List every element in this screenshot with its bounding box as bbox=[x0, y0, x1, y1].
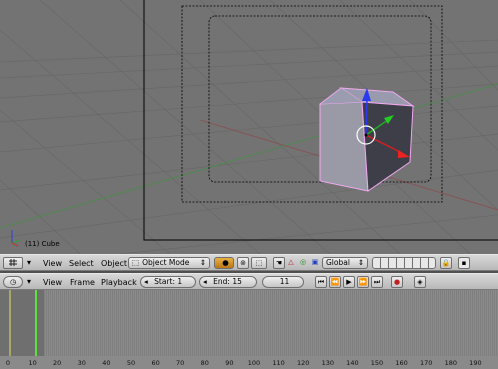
mode-select[interactable]: ⬚ Object Mode ⇕ bbox=[128, 257, 210, 269]
timeline-tick-label: 30 bbox=[77, 359, 86, 367]
dropdown-arrows-icon: ⇕ bbox=[199, 258, 206, 267]
record-icon: ● bbox=[393, 278, 401, 286]
out-of-range-area bbox=[0, 290, 44, 356]
floor-grid bbox=[0, 0, 498, 254]
menu-object[interactable]: Object bbox=[101, 258, 127, 269]
timeline-tick-label: 50 bbox=[126, 359, 136, 367]
collapse-menus-icon[interactable]: ▾ bbox=[27, 257, 31, 268]
timeline-tick-label: 100 bbox=[247, 359, 261, 367]
rotate-manipulator[interactable]: ◎ bbox=[297, 257, 309, 269]
rotate-icon: ◎ bbox=[299, 258, 307, 266]
menu-playback[interactable]: Playback bbox=[101, 277, 137, 288]
object-mode-icon: ⬚ bbox=[132, 258, 140, 267]
scale-manipulator[interactable]: ▣ bbox=[309, 257, 321, 269]
play-button[interactable]: ▶ bbox=[343, 276, 355, 288]
3d-view-header: ▾ View Select Object ⬚ Object Mode ⇕ ● ⊚ … bbox=[0, 254, 498, 271]
menu-select[interactable]: Select bbox=[69, 258, 94, 269]
lock-layers-button[interactable]: 🔒 bbox=[440, 257, 452, 269]
end-frame-field[interactable]: ◂ End: 15 bbox=[199, 276, 257, 288]
keying-set-button[interactable]: ◈ bbox=[414, 276, 426, 288]
dropdown-arrows-icon: ⇕ bbox=[357, 258, 364, 267]
timeline-area[interactable]: 0 10 20 30 40 50 60 70 80 90 100 110 120 130 140 150 160… bbox=[0, 290, 498, 369]
rewind-icon: ⏪ bbox=[330, 278, 340, 286]
y-axis-line bbox=[0, 83, 498, 229]
timeline-tick-label: 130 bbox=[321, 359, 335, 367]
viewport-canvas[interactable] bbox=[0, 0, 498, 254]
timeline-tick-label: 180 bbox=[444, 359, 458, 367]
shading-sphere-icon: ● bbox=[222, 258, 229, 267]
lock-icon: 🔒 bbox=[441, 259, 451, 267]
manipulator-toggle[interactable]: ☚ bbox=[273, 257, 285, 269]
current-frame-field[interactable]: 11 bbox=[262, 276, 304, 288]
timeline-tick-label: 110 bbox=[272, 359, 285, 367]
timeline-tick-label: 10 bbox=[28, 359, 37, 367]
keyframe-icon: ◈ bbox=[417, 278, 423, 286]
3d-viewport[interactable]: (11) Cube bbox=[0, 0, 498, 254]
timeline-tick-label: 120 bbox=[296, 359, 310, 367]
render-preview-button[interactable]: ▪ bbox=[458, 257, 470, 269]
timeline-tick-label: 40 bbox=[102, 359, 111, 367]
axis-gizmo-icon bbox=[11, 230, 21, 247]
menu-view[interactable]: View bbox=[43, 277, 62, 288]
skip-back-icon: ⏮ bbox=[317, 278, 325, 286]
fast-forward-icon: ⏩ bbox=[358, 278, 368, 286]
pivot-icon: ⊚ bbox=[240, 259, 246, 267]
timeline-tick-label: 170 bbox=[419, 359, 433, 367]
menu-view[interactable]: View bbox=[43, 258, 62, 269]
render-icon: ▪ bbox=[461, 259, 467, 267]
hand-icon: ☚ bbox=[275, 259, 283, 267]
viewport-shading-button[interactable]: ● bbox=[214, 257, 234, 269]
decrement-arrow-icon: ◂ bbox=[144, 277, 148, 286]
start-frame-field[interactable]: ◂ Start: 1 bbox=[140, 276, 196, 288]
record-button[interactable]: ● bbox=[391, 276, 403, 288]
orientation-select[interactable]: Global ⇕ bbox=[322, 257, 368, 269]
pivot-point-button[interactable]: ⊚ bbox=[237, 257, 249, 269]
translate-manipulator[interactable]: △ bbox=[285, 257, 297, 269]
timeline-tick-label: 70 bbox=[176, 359, 185, 367]
editor-type-button[interactable] bbox=[3, 257, 23, 269]
frame-grid bbox=[44, 290, 498, 356]
scale-icon: ▣ bbox=[311, 258, 319, 266]
timeline-tick-label: 160 bbox=[395, 359, 408, 367]
timeline-tick-label: 190 bbox=[469, 359, 482, 367]
occlude-background-button[interactable]: ⬚ bbox=[251, 257, 267, 269]
translate-arrow-icon: △ bbox=[288, 258, 294, 266]
timeline-canvas[interactable] bbox=[0, 290, 498, 369]
timeline-header: ◷ ▾ View Frame Playback ◂ Start: 1 ◂ End… bbox=[0, 273, 498, 290]
layer-buttons[interactable] bbox=[372, 257, 436, 269]
timeline-tick-label: 150 bbox=[370, 359, 384, 367]
menu-frame[interactable]: Frame bbox=[70, 277, 95, 288]
collapse-menus-icon[interactable]: ▾ bbox=[27, 276, 31, 287]
play-icon: ▶ bbox=[346, 278, 352, 286]
decrement-arrow-icon: ◂ bbox=[203, 277, 207, 286]
previous-keyframe-button[interactable]: ⏪ bbox=[329, 276, 341, 288]
grid-editor-icon bbox=[9, 259, 17, 266]
timeline-tick-label: 90 bbox=[225, 359, 234, 367]
timeline-tick-label: 140 bbox=[346, 359, 359, 367]
next-keyframe-button[interactable]: ⏩ bbox=[357, 276, 369, 288]
skip-forward-icon: ⏭ bbox=[373, 278, 381, 286]
timeline-tick-label: 0 bbox=[5, 359, 11, 367]
jump-to-end-button[interactable]: ⏭ bbox=[371, 276, 383, 288]
occlude-icon: ⬚ bbox=[255, 259, 263, 267]
jump-to-start-button[interactable]: ⏮ bbox=[315, 276, 327, 288]
timeline-tick-label: 20 bbox=[53, 359, 62, 367]
clock-icon: ◷ bbox=[9, 278, 17, 286]
timeline-tick-label: 60 bbox=[151, 359, 160, 367]
object-info-label: (11) Cube bbox=[25, 240, 60, 248]
timeline-tick-label: 80 bbox=[200, 359, 209, 367]
editor-type-button[interactable]: ◷ bbox=[3, 276, 23, 288]
